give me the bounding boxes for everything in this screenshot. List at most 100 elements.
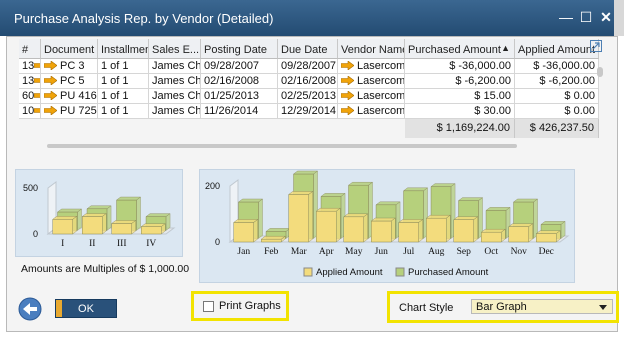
cell-applied-text: $ -36,000.00 — [533, 60, 595, 72]
cell-vendor[interactable]: Lasercom — [338, 89, 405, 103]
applied-bar-front — [453, 219, 474, 243]
cell-num: 137 — [19, 74, 41, 88]
cell-vendor[interactable]: Lasercom — [338, 74, 405, 88]
cell-posting-text: 11/26/2014 — [204, 105, 259, 117]
cell-applied: $ -6,200.00 — [515, 74, 599, 88]
link-arrow-icon[interactable] — [44, 60, 60, 72]
cell-num-text: 136 — [22, 60, 34, 72]
applied-bar-front — [371, 220, 392, 243]
cell-doc-text: PU 416 — [60, 90, 97, 102]
expand-icon[interactable] — [590, 40, 602, 52]
maximize-icon[interactable]: ☐ — [578, 9, 594, 25]
vertical-scrollbar[interactable] — [597, 67, 603, 77]
x-tick-label: II — [89, 239, 95, 249]
cell-inst-text: 1 of 1 — [101, 105, 129, 117]
chart-style-select[interactable]: Bar Graph — [471, 299, 613, 314]
link-arrow-icon[interactable] — [341, 60, 357, 72]
cell-num-text: 105 — [22, 105, 34, 117]
applied-bar-front — [343, 216, 364, 243]
link-arrow-icon[interactable] — [44, 105, 60, 117]
purchased-amount-header[interactable]: Purchased Amount ▲ — [405, 39, 515, 59]
close-icon[interactable]: ✕ — [598, 9, 614, 25]
purchased-bar-side — [77, 208, 82, 231]
table-row[interactable]: 136PC 31 of 1James Char09/28/200709/28/2… — [19, 59, 599, 74]
cell-doc[interactable]: PU 725 — [41, 104, 98, 118]
applied-bar — [370, 217, 396, 243]
applied-bar — [111, 219, 137, 235]
installment-header[interactable]: Installment — [98, 39, 149, 59]
cell-due-text: 02/16/2008 — [281, 75, 337, 87]
window-title: Purchase Analysis Rep. by Vendor (Detail… — [14, 11, 274, 26]
purchased-bar-side — [258, 198, 263, 239]
applied-bar — [398, 218, 424, 243]
cell-vendor[interactable]: Lasercom — [338, 59, 405, 73]
amount-multiples-caption: Amounts are Multiples of $ 1,000.00 — [21, 263, 190, 275]
legend-label: Purchased Amount — [408, 267, 489, 278]
back-arrow-icon[interactable] — [17, 297, 43, 321]
num-header[interactable]: # — [19, 39, 41, 59]
print-graphs-checkbox[interactable] — [203, 301, 214, 312]
x-tick-label: III — [117, 239, 127, 249]
cell-vendor-text: Lasercom — [357, 75, 405, 87]
ok-button[interactable]: OK — [55, 299, 117, 318]
applied-bar-front — [261, 238, 282, 243]
link-arrow-icon[interactable] — [34, 60, 40, 72]
applied-bar — [260, 235, 286, 243]
month-chart: 200 0 Jan Feb Mar Apr May Jun Jul Aug Sep Oct Nov Dec… — [205, 170, 570, 278]
applied-bar-front — [288, 194, 309, 243]
link-arrow-icon[interactable] — [34, 90, 40, 102]
applied-bar-front — [316, 210, 337, 243]
link-arrow-icon[interactable] — [341, 75, 357, 87]
cell-posting: 02/16/2008 — [201, 74, 278, 88]
cell-due-text: 09/28/2007 — [281, 60, 337, 72]
cell-inst-text: 1 of 1 — [101, 90, 129, 102]
cell-num: 136 — [19, 59, 41, 73]
posting-date-header[interactable]: Posting Date — [201, 39, 278, 59]
link-arrow-icon[interactable] — [341, 90, 357, 102]
cell-sales: James Char — [149, 74, 201, 88]
table-row[interactable]: 105 PU 725 1 of 1 James Char11/26/2014 12/29… — [19, 104, 599, 119]
vendor-name-header[interactable]: Vendor Name — [338, 39, 405, 59]
y-tick-label: 200 — [205, 181, 220, 191]
applied-bar — [508, 223, 534, 243]
title-bar: Purchase Analysis Rep. by Vendor (Detail… — [0, 0, 624, 36]
purchased-bar-side — [106, 205, 112, 231]
cell-doc[interactable]: PC 3 — [41, 59, 98, 73]
cell-due: 12/29/2014 — [278, 104, 338, 118]
applied-bar — [288, 190, 314, 243]
cell-doc-text: PC 5 — [60, 75, 85, 87]
link-arrow-icon[interactable] — [44, 90, 60, 102]
cell-doc-text: PU 725 — [60, 105, 97, 117]
due-date-header[interactable]: Due Date — [278, 39, 338, 59]
x-tick-label: Mar — [291, 247, 308, 257]
document-header[interactable]: Document — [41, 39, 98, 59]
table-row[interactable]: 137PC 51 of 1James Char02/16/200802/16/2… — [19, 74, 599, 89]
applied-bar-side — [473, 216, 478, 243]
total-purchased: $ 1,169,224.00 — [405, 119, 515, 138]
cell-sales-text: James Char — [152, 75, 201, 87]
sales-employee-header[interactable]: Sales E... — [149, 39, 201, 59]
link-arrow-icon[interactable] — [44, 75, 60, 87]
link-arrow-icon[interactable] — [34, 75, 40, 87]
applied-bar-front — [141, 226, 162, 235]
cell-purchased-text: $ 15.00 — [474, 90, 511, 102]
applied-bar-front — [111, 223, 132, 235]
x-tick-label: Feb — [264, 247, 279, 257]
link-arrow-icon[interactable] — [34, 105, 40, 117]
applied-amount-header[interactable]: Applied Amount — [515, 39, 599, 59]
horizontal-scrollbar[interactable] — [47, 144, 517, 148]
cell-num-text: 137 — [22, 75, 34, 87]
table-row[interactable]: 60 PU 416 1 of 1 James Char01/25/2013 02/25/… — [19, 89, 599, 104]
applied-bar-front — [398, 222, 419, 243]
cell-doc[interactable]: PC 5 — [41, 74, 98, 88]
minimize-icon[interactable]: — — [558, 9, 574, 25]
cell-vendor[interactable]: Lasercom — [338, 104, 405, 118]
print-graphs-label[interactable]: Print Graphs — [219, 300, 281, 312]
cell-sales: James Char — [149, 104, 201, 118]
applied-bar-side — [102, 213, 107, 235]
link-arrow-icon[interactable] — [341, 105, 357, 117]
cell-doc[interactable]: PU 416 — [41, 89, 98, 103]
applied-bar-front — [426, 217, 447, 243]
quarter-chart-panel: 500 0 I II III IV — [15, 169, 183, 257]
x-tick-label: May — [345, 247, 363, 257]
